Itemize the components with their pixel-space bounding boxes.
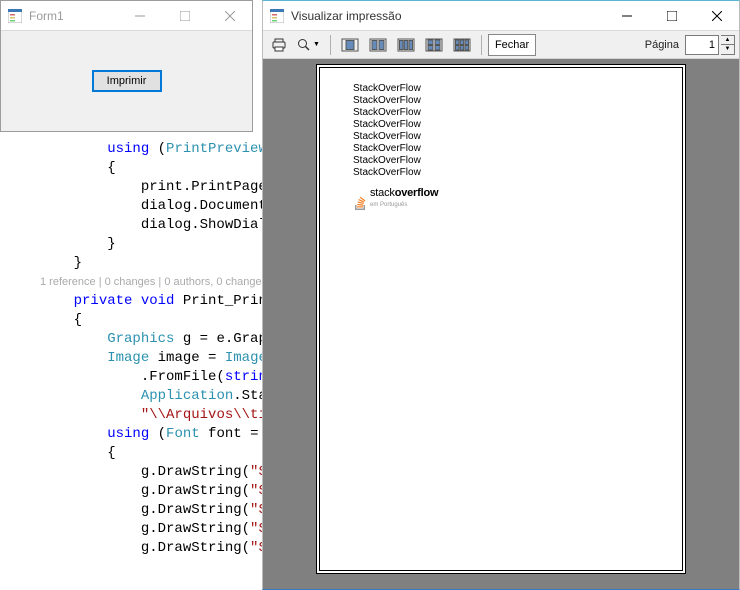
- print-preview-window: Visualizar impressão ▼: [262, 0, 740, 590]
- close-preview-button[interactable]: Fechar: [488, 34, 536, 56]
- form1-title: Form1: [29, 9, 117, 23]
- preview-toolbar: ▼ Fechar Página ▲ ▼: [263, 31, 739, 59]
- stackoverflow-icon: [353, 195, 367, 211]
- printed-line: StackOverFlow: [353, 119, 438, 131]
- stackoverflow-logo: stackoverflow em Português: [353, 187, 438, 211]
- preview-close-button[interactable]: [694, 1, 739, 30]
- printed-line: StackOverFlow: [353, 167, 438, 179]
- printed-line: StackOverFlow: [353, 131, 438, 143]
- logo-text: stackoverflow: [370, 187, 438, 199]
- view-3page-button[interactable]: [393, 34, 419, 56]
- preview-title: Visualizar impressão: [291, 9, 604, 23]
- chevron-down-icon: ▼: [313, 41, 320, 48]
- toolbar-separator: [481, 35, 482, 55]
- preview-canvas[interactable]: StackOverFlowStackOverFlowStackOverFlowS…: [263, 59, 739, 589]
- page-content: StackOverFlowStackOverFlowStackOverFlowS…: [353, 83, 438, 211]
- winforms-app-icon: [7, 8, 23, 24]
- printed-line: StackOverFlow: [353, 143, 438, 155]
- form1-minimize-button[interactable]: [117, 1, 162, 30]
- form1-body: Imprimir: [1, 31, 252, 131]
- toolbar-separator: [330, 35, 331, 55]
- printed-line: StackOverFlow: [353, 155, 438, 167]
- logo-subtext: em Português: [370, 199, 438, 211]
- spinner-up-icon[interactable]: ▲: [721, 36, 734, 46]
- preview-page: StackOverFlowStackOverFlowStackOverFlowS…: [316, 64, 686, 574]
- printed-line: StackOverFlow: [353, 95, 438, 107]
- view-4page-button[interactable]: [421, 34, 447, 56]
- spinner-down-icon[interactable]: ▼: [721, 45, 734, 54]
- form1-window: Form1 Imprimir: [0, 0, 253, 132]
- imprimir-button[interactable]: Imprimir: [92, 70, 162, 92]
- form1-maximize-button[interactable]: [162, 1, 207, 30]
- preview-minimize-button[interactable]: [604, 1, 649, 30]
- view-6page-button[interactable]: [449, 34, 475, 56]
- preview-maximize-button[interactable]: [649, 1, 694, 30]
- view-2page-button[interactable]: [365, 34, 391, 56]
- page-number-input[interactable]: [685, 35, 719, 55]
- printed-line: StackOverFlow: [353, 83, 438, 95]
- winforms-app-icon: [269, 8, 285, 24]
- form1-titlebar[interactable]: Form1: [1, 1, 252, 31]
- printed-line: StackOverFlow: [353, 107, 438, 119]
- view-1page-button[interactable]: [337, 34, 363, 56]
- zoom-dropdown[interactable]: ▼: [293, 34, 324, 56]
- page-number-spinner[interactable]: ▲ ▼: [721, 35, 735, 55]
- form1-close-button[interactable]: [207, 1, 252, 30]
- preview-titlebar[interactable]: Visualizar impressão: [263, 1, 739, 31]
- print-button[interactable]: [267, 34, 291, 56]
- page-label: Página: [641, 39, 683, 51]
